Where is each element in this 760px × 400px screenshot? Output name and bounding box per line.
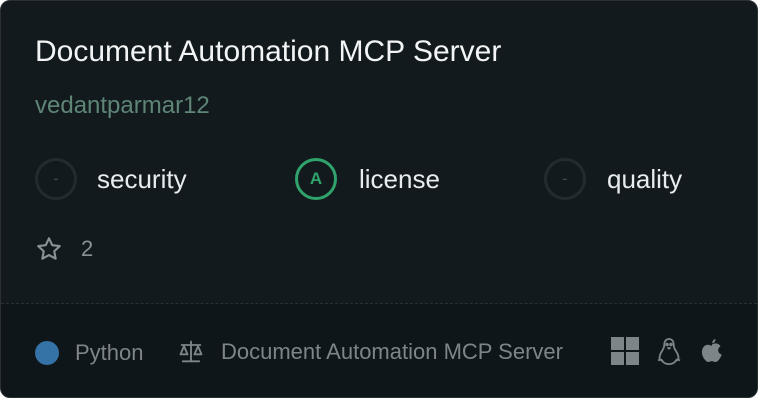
server-title[interactable]: Document Automation MCP Server — [35, 35, 501, 69]
quality-label: quality — [607, 163, 683, 194]
language-color-dot — [35, 341, 59, 365]
license-info: Document Automation MCP Server — [177, 338, 563, 366]
score-license: A license — [295, 156, 440, 202]
stars-value: 2 — [81, 236, 94, 261]
license-name: Document Automation MCP Server — [221, 339, 563, 364]
server-card[interactable]: Document Automation MCP Server vedantpar… — [0, 0, 758, 398]
card-footer: Python Document Automation MCP Server — [1, 303, 757, 397]
quality-grade-badge: - — [544, 158, 586, 200]
linux-icon — [657, 338, 681, 365]
score-quality: - quality — [544, 156, 682, 202]
score-security: - security — [35, 156, 187, 202]
license-grade-badge: A — [295, 158, 337, 200]
language-name: Python — [75, 340, 144, 365]
apple-icon — [701, 339, 722, 363]
license-label: license — [359, 163, 440, 194]
security-grade-badge: - — [35, 158, 77, 200]
author-link[interactable]: vedantparmar12 — [35, 92, 210, 120]
scale-icon — [179, 340, 203, 363]
language-tag: Python — [35, 340, 144, 366]
windows-icon — [611, 337, 639, 365]
star-count: 2 — [35, 235, 93, 263]
star-icon — [37, 237, 61, 260]
security-label: security — [97, 163, 187, 194]
